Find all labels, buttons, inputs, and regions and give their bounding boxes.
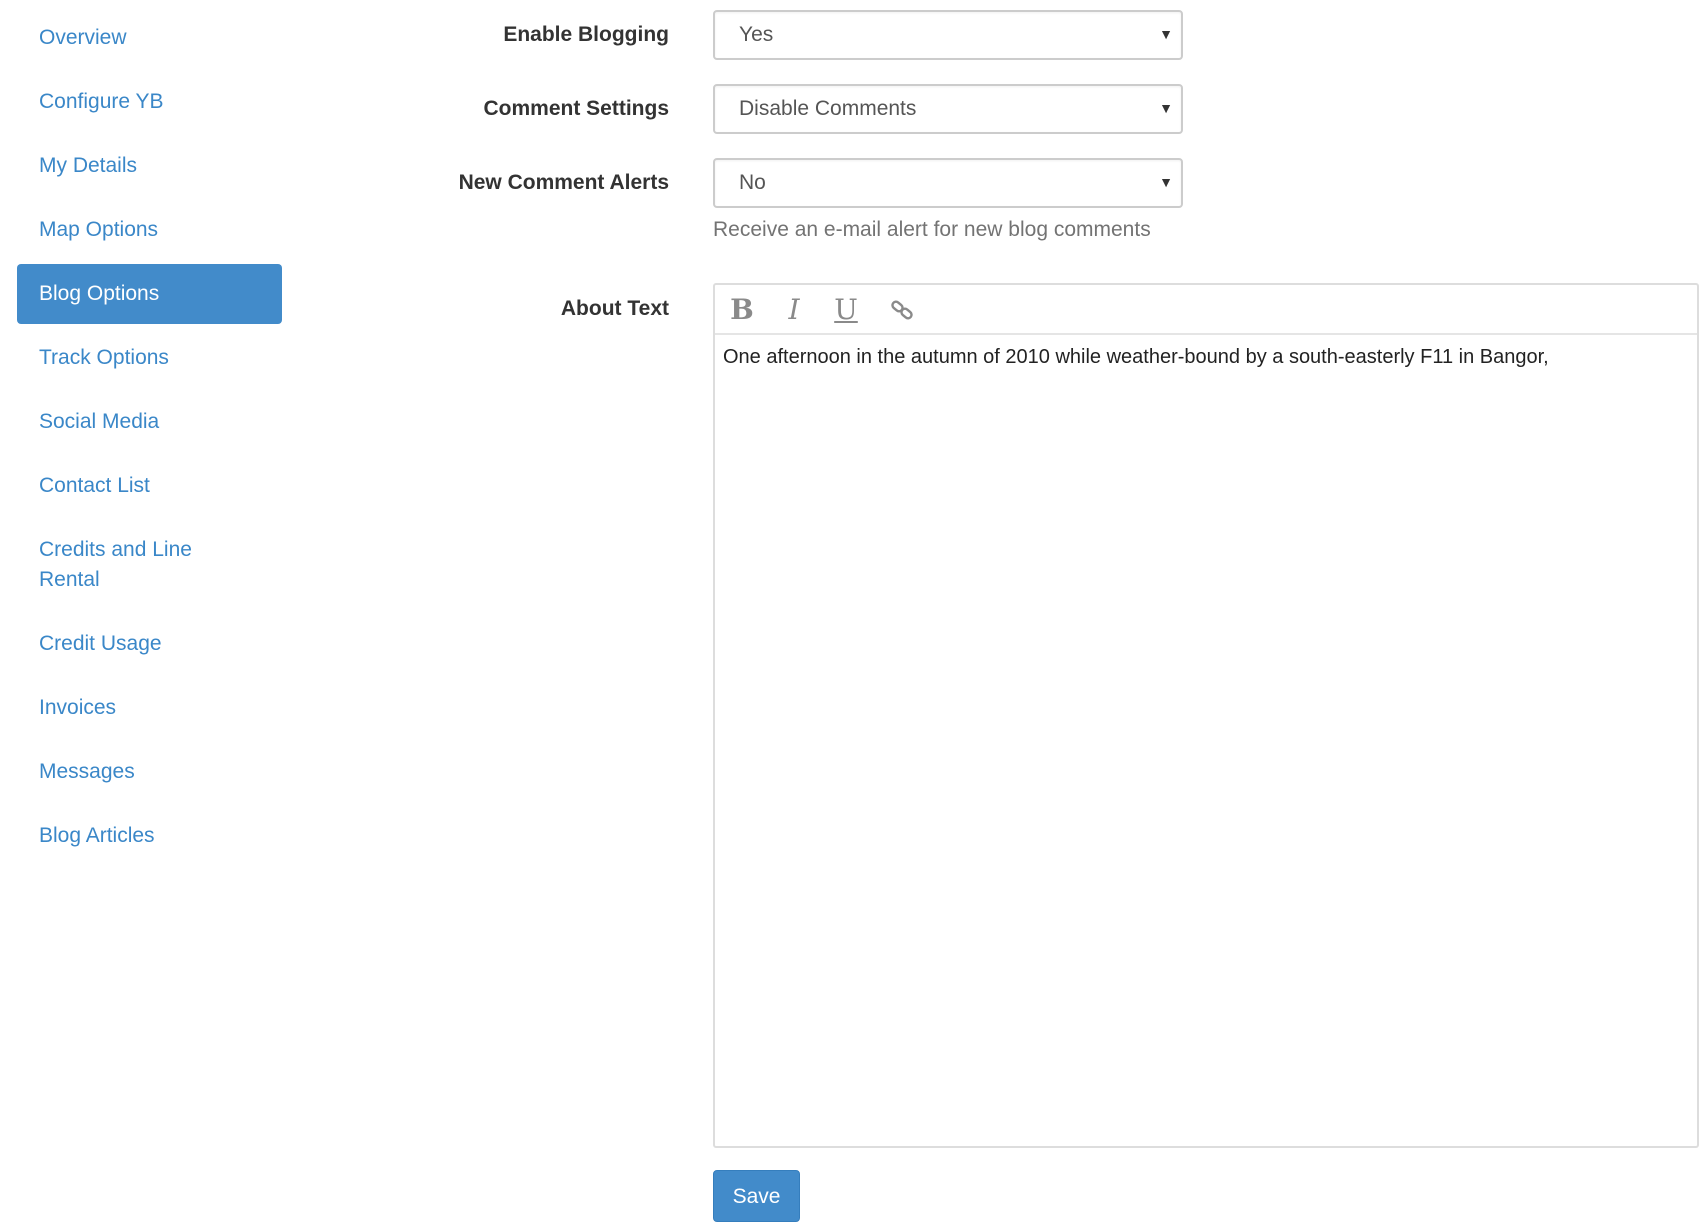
enable-blogging-value: Yes: [739, 23, 774, 46]
sidebar-item-label: Blog Options: [39, 282, 160, 305]
sidebar-item-label: Credit Usage: [39, 632, 162, 655]
sidebar-item-label: Track Options: [39, 346, 169, 369]
link-icon: [891, 300, 913, 320]
new-comment-alerts-value: No: [739, 171, 766, 194]
comment-settings-value: Disable Comments: [739, 97, 917, 120]
page: Overview Configure YB My Details Map Opt…: [0, 0, 1705, 1230]
caret-down-icon: ▼: [1159, 26, 1173, 42]
sidebar-item-label: Overview: [39, 26, 127, 49]
sidebar-item-social-media[interactable]: Social Media: [17, 392, 282, 452]
about-text-editor: B I U One afternoon in the autumn of 201…: [713, 283, 1699, 1148]
sidebar-item-messages[interactable]: Messages: [17, 742, 282, 802]
about-text-content[interactable]: One afternoon in the autumn of 2010 whil…: [715, 335, 1697, 1146]
sidebar-item-overview[interactable]: Overview: [17, 8, 282, 68]
sidebar-item-label: Messages: [39, 760, 135, 783]
caret-down-icon: ▼: [1159, 100, 1173, 116]
underline-button[interactable]: U: [829, 293, 863, 327]
comment-settings-label: Comment Settings: [483, 97, 669, 120]
sidebar-item-blog-articles[interactable]: Blog Articles: [17, 806, 282, 866]
editor-toolbar: B I U: [715, 285, 1697, 335]
sidebar-item-label: My Details: [39, 154, 138, 177]
sidebar-item-map-options[interactable]: Map Options: [17, 200, 282, 260]
sidebar-item-label: Social Media: [39, 410, 160, 433]
enable-blogging-select[interactable]: Yes ▼: [713, 10, 1183, 60]
sidebar-item-label: Configure YB: [39, 90, 164, 113]
sidebar-item-blog-options[interactable]: Blog Options: [17, 264, 282, 324]
sidebar-item-label: Credits and Line Rental: [39, 538, 192, 591]
about-text-label: About Text: [560, 297, 669, 320]
sidebar-item-credit-usage[interactable]: Credit Usage: [17, 614, 282, 674]
new-comment-alerts-select[interactable]: No ▼: [713, 158, 1183, 208]
enable-blogging-label: Enable Blogging: [503, 23, 669, 46]
sidebar-item-configure-yb[interactable]: Configure YB: [17, 72, 282, 132]
new-comment-alerts-help: Receive an e-mail alert for new blog com…: [713, 218, 1151, 241]
sidebar-item-contact-list[interactable]: Contact List: [17, 456, 282, 516]
sidebar-item-invoices[interactable]: Invoices: [17, 678, 282, 738]
italic-button[interactable]: I: [777, 293, 811, 327]
save-button[interactable]: Save: [713, 1170, 800, 1222]
new-comment-alerts-label: New Comment Alerts: [458, 171, 669, 194]
sidebar-item-my-details[interactable]: My Details: [17, 136, 282, 196]
comment-settings-select[interactable]: Disable Comments ▼: [713, 84, 1183, 134]
sidebar-item-credits-line-rental[interactable]: Credits and Line Rental: [17, 520, 282, 610]
link-button[interactable]: [885, 293, 919, 327]
bold-button[interactable]: B: [725, 293, 759, 327]
sidebar-item-label: Invoices: [39, 696, 117, 719]
sidebar-item-label: Map Options: [39, 218, 159, 241]
caret-down-icon: ▼: [1159, 174, 1173, 190]
sidebar-item-label: Contact List: [39, 474, 150, 497]
sidebar-item-track-options[interactable]: Track Options: [17, 328, 282, 388]
sidebar-item-label: Blog Articles: [39, 824, 155, 847]
sidebar-nav: Overview Configure YB My Details Map Opt…: [17, 8, 282, 870]
